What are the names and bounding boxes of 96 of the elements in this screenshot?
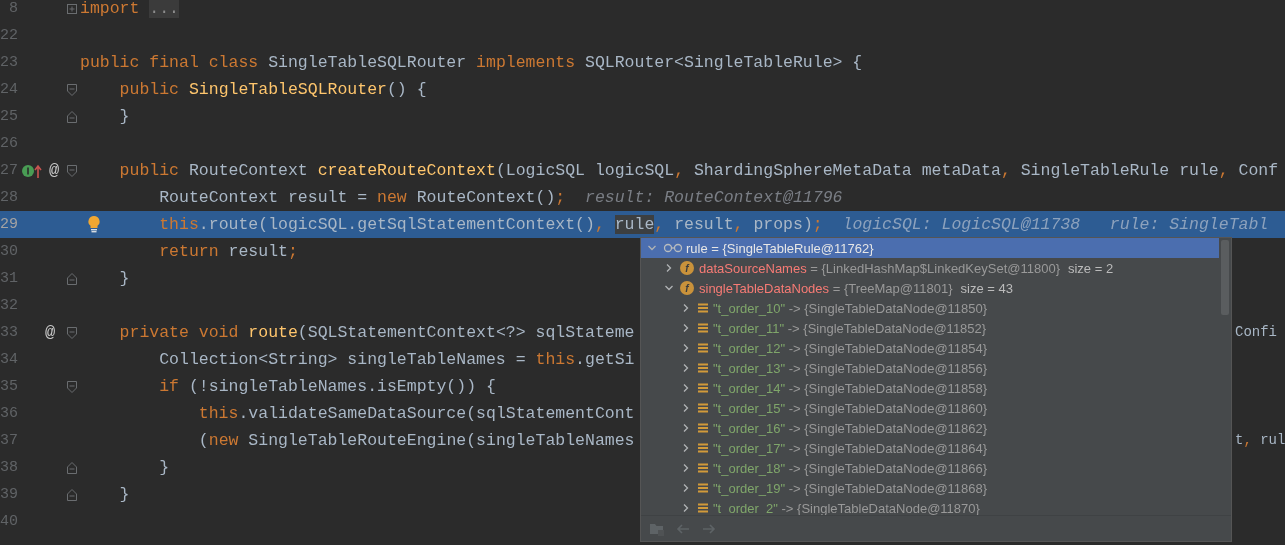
list-icon	[697, 462, 709, 474]
annotation-icon[interactable]: @	[49, 161, 60, 180]
variable-row[interactable]: "t_order_2" -> {SingleTableDataNode@11870}	[641, 498, 1219, 515]
fold-marker-icon[interactable]	[66, 325, 78, 340]
list-icon	[697, 422, 709, 434]
line-number: 36	[0, 405, 18, 422]
list-icon	[697, 382, 709, 394]
line-number: 39	[0, 486, 18, 503]
variable-row[interactable]: "t_order_12" -> {SingleTableDataNode@11854}	[641, 338, 1219, 358]
variable-text: "t_order_17" -> {SingleTableDataNode@11864}	[713, 440, 988, 456]
code-line: import ...	[80, 0, 180, 18]
list-icon	[697, 362, 709, 374]
chevron-right-icon[interactable]	[664, 263, 674, 273]
line-number: 25	[0, 108, 18, 125]
line-number: 27	[0, 162, 18, 179]
fold-marker-icon[interactable]	[66, 379, 78, 394]
implemented-method-icon[interactable]	[21, 162, 43, 179]
line-number: 40	[0, 513, 18, 530]
variable-text: "t_order_18" -> {SingleTableDataNode@11866}	[713, 460, 988, 476]
line-number: 29	[0, 216, 18, 233]
variable-text: "t_order_13" -> {SingleTableDataNode@11856}	[713, 360, 988, 376]
glasses-icon	[663, 243, 683, 253]
variable-text: "t_order_12" -> {SingleTableDataNode@11854}	[713, 340, 988, 356]
variable-text: "t_order_19" -> {SingleTableDataNode@11868}	[713, 480, 988, 496]
variable-text: rule = {SingleTableRule@11762}	[686, 240, 874, 256]
line-number: 35	[0, 378, 18, 395]
fold-marker-icon[interactable]	[66, 487, 78, 502]
list-icon	[697, 302, 709, 314]
variable-row[interactable]: f singleTableDataNodes = {TreeMap@11801} size = 43	[641, 278, 1219, 298]
code-line: }	[118, 269, 130, 288]
line-number: 37	[0, 432, 18, 449]
list-icon	[697, 342, 709, 354]
code-line: this.route(logicSQL.getSqlStatementContext(), rule, result, props); logicSQL: LogicSQL@11738 rule: SingleTabl	[158, 215, 1269, 234]
variable-text: singleTableDataNodes = {TreeMap@11801} size = 43	[699, 280, 1013, 296]
line-number: 22	[0, 27, 18, 44]
code-line: public RouteContext createRouteContext(LogicSQL logicSQL, ShardingSphereMetaData metaData, SingleTableRule rule, Conf	[118, 161, 1279, 180]
lightbulb-icon[interactable]	[87, 215, 101, 233]
variable-row[interactable]: "t_order_10" -> {SingleTableDataNode@11850}	[641, 298, 1219, 318]
code-line: return result;	[158, 242, 298, 261]
variable-text: "t_order_11" -> {SingleTableDataNode@11852}	[713, 320, 987, 336]
expand-marker-icon[interactable]	[66, 1, 78, 16]
code-line: }	[118, 485, 130, 504]
code-line: private void route(SQLStatementContext<?> sqlStateme	[118, 323, 635, 342]
line-number: 38	[0, 459, 18, 476]
code-line: this.validateSameDataSource(sqlStatementCont	[197, 404, 635, 423]
variable-text: "t_order_16" -> {SingleTableDataNode@11862}	[713, 420, 988, 436]
variable-text: "t_order_2" -> {SingleTableDataNode@11870}	[713, 500, 980, 515]
variable-row[interactable]: "t_order_11" -> {SingleTableDataNode@11852}	[641, 318, 1219, 338]
field-icon: f	[680, 261, 694, 275]
code-line: Confi	[1235, 324, 1277, 340]
variable-row[interactable]: "t_order_18" -> {SingleTableDataNode@11866}	[641, 458, 1219, 478]
chevron-down-icon[interactable]	[647, 243, 657, 253]
fold-marker-icon[interactable]	[66, 109, 78, 124]
fold-marker-icon[interactable]	[66, 163, 78, 178]
line-number: 28	[0, 189, 18, 206]
variable-row[interactable]: f dataSourceNames = {LinkedHashMap$LinkedKeySet@11800} size = 2	[641, 258, 1219, 278]
field-icon: f	[680, 281, 694, 295]
list-icon	[697, 502, 709, 514]
variable-row[interactable]: rule = {SingleTableRule@11762}	[641, 238, 1219, 258]
line-number: 24	[0, 81, 18, 98]
line-number: 32	[0, 297, 18, 314]
code-line: }	[158, 458, 170, 477]
variable-row[interactable]: "t_order_14" -> {SingleTableDataNode@11858}	[641, 378, 1219, 398]
list-icon	[697, 322, 709, 334]
fold-marker-icon[interactable]	[66, 271, 78, 286]
variable-row[interactable]: "t_order_13" -> {SingleTableDataNode@11856}	[641, 358, 1219, 378]
list-icon	[697, 482, 709, 494]
line-number: 33	[0, 324, 18, 341]
code-line: }	[118, 107, 130, 126]
variable-row[interactable]: "t_order_15" -> {SingleTableDataNode@11860}	[641, 398, 1219, 418]
code-line: public SingleTableSQLRouter() {	[118, 80, 427, 99]
code-line: if (!singleTableNames.isEmpty()) {	[158, 377, 496, 396]
annotation-icon[interactable]: @	[45, 323, 56, 342]
variable-row[interactable]: "t_order_19" -> {SingleTableDataNode@11868}	[641, 478, 1219, 498]
line-number: 8	[8, 0, 18, 17]
variable-row[interactable]: "t_order_17" -> {SingleTableDataNode@11864}	[641, 438, 1219, 458]
list-icon	[697, 442, 709, 454]
chevron-down-icon[interactable]	[664, 283, 674, 293]
code-line: RouteContext result = new RouteContext(); result: RouteContext@11796	[158, 188, 843, 207]
line-number: 26	[0, 135, 18, 152]
variable-text: "t_order_10" -> {SingleTableDataNode@11850}	[713, 300, 988, 316]
variable-text: "t_order_14" -> {SingleTableDataNode@11858}	[713, 380, 988, 396]
fold-marker-icon[interactable]	[66, 82, 78, 97]
variable-text: dataSourceNames = {LinkedHashMap$LinkedKeySet@11800} size = 2	[699, 260, 1114, 276]
code-line: (new SingleTableRouteEngine(singleTableNames	[197, 431, 635, 450]
line-number: 34	[0, 351, 18, 368]
line-number: 31	[0, 270, 18, 287]
line-number: 23	[0, 54, 18, 71]
fold-marker-icon[interactable]	[66, 460, 78, 475]
line-number: 30	[0, 243, 18, 260]
code-line: t, rul	[1235, 432, 1285, 448]
code-line: public final class SingleTableSQLRouter implements SQLRouter<SingleTableRule> {	[80, 53, 863, 72]
variable-row[interactable]: "t_order_16" -> {SingleTableDataNode@11862}	[641, 418, 1219, 438]
code-line: Collection<String> singleTableNames = this.getSi	[158, 350, 635, 369]
list-icon	[697, 402, 709, 414]
variable-text: "t_order_15" -> {SingleTableDataNode@11860}	[713, 400, 988, 416]
